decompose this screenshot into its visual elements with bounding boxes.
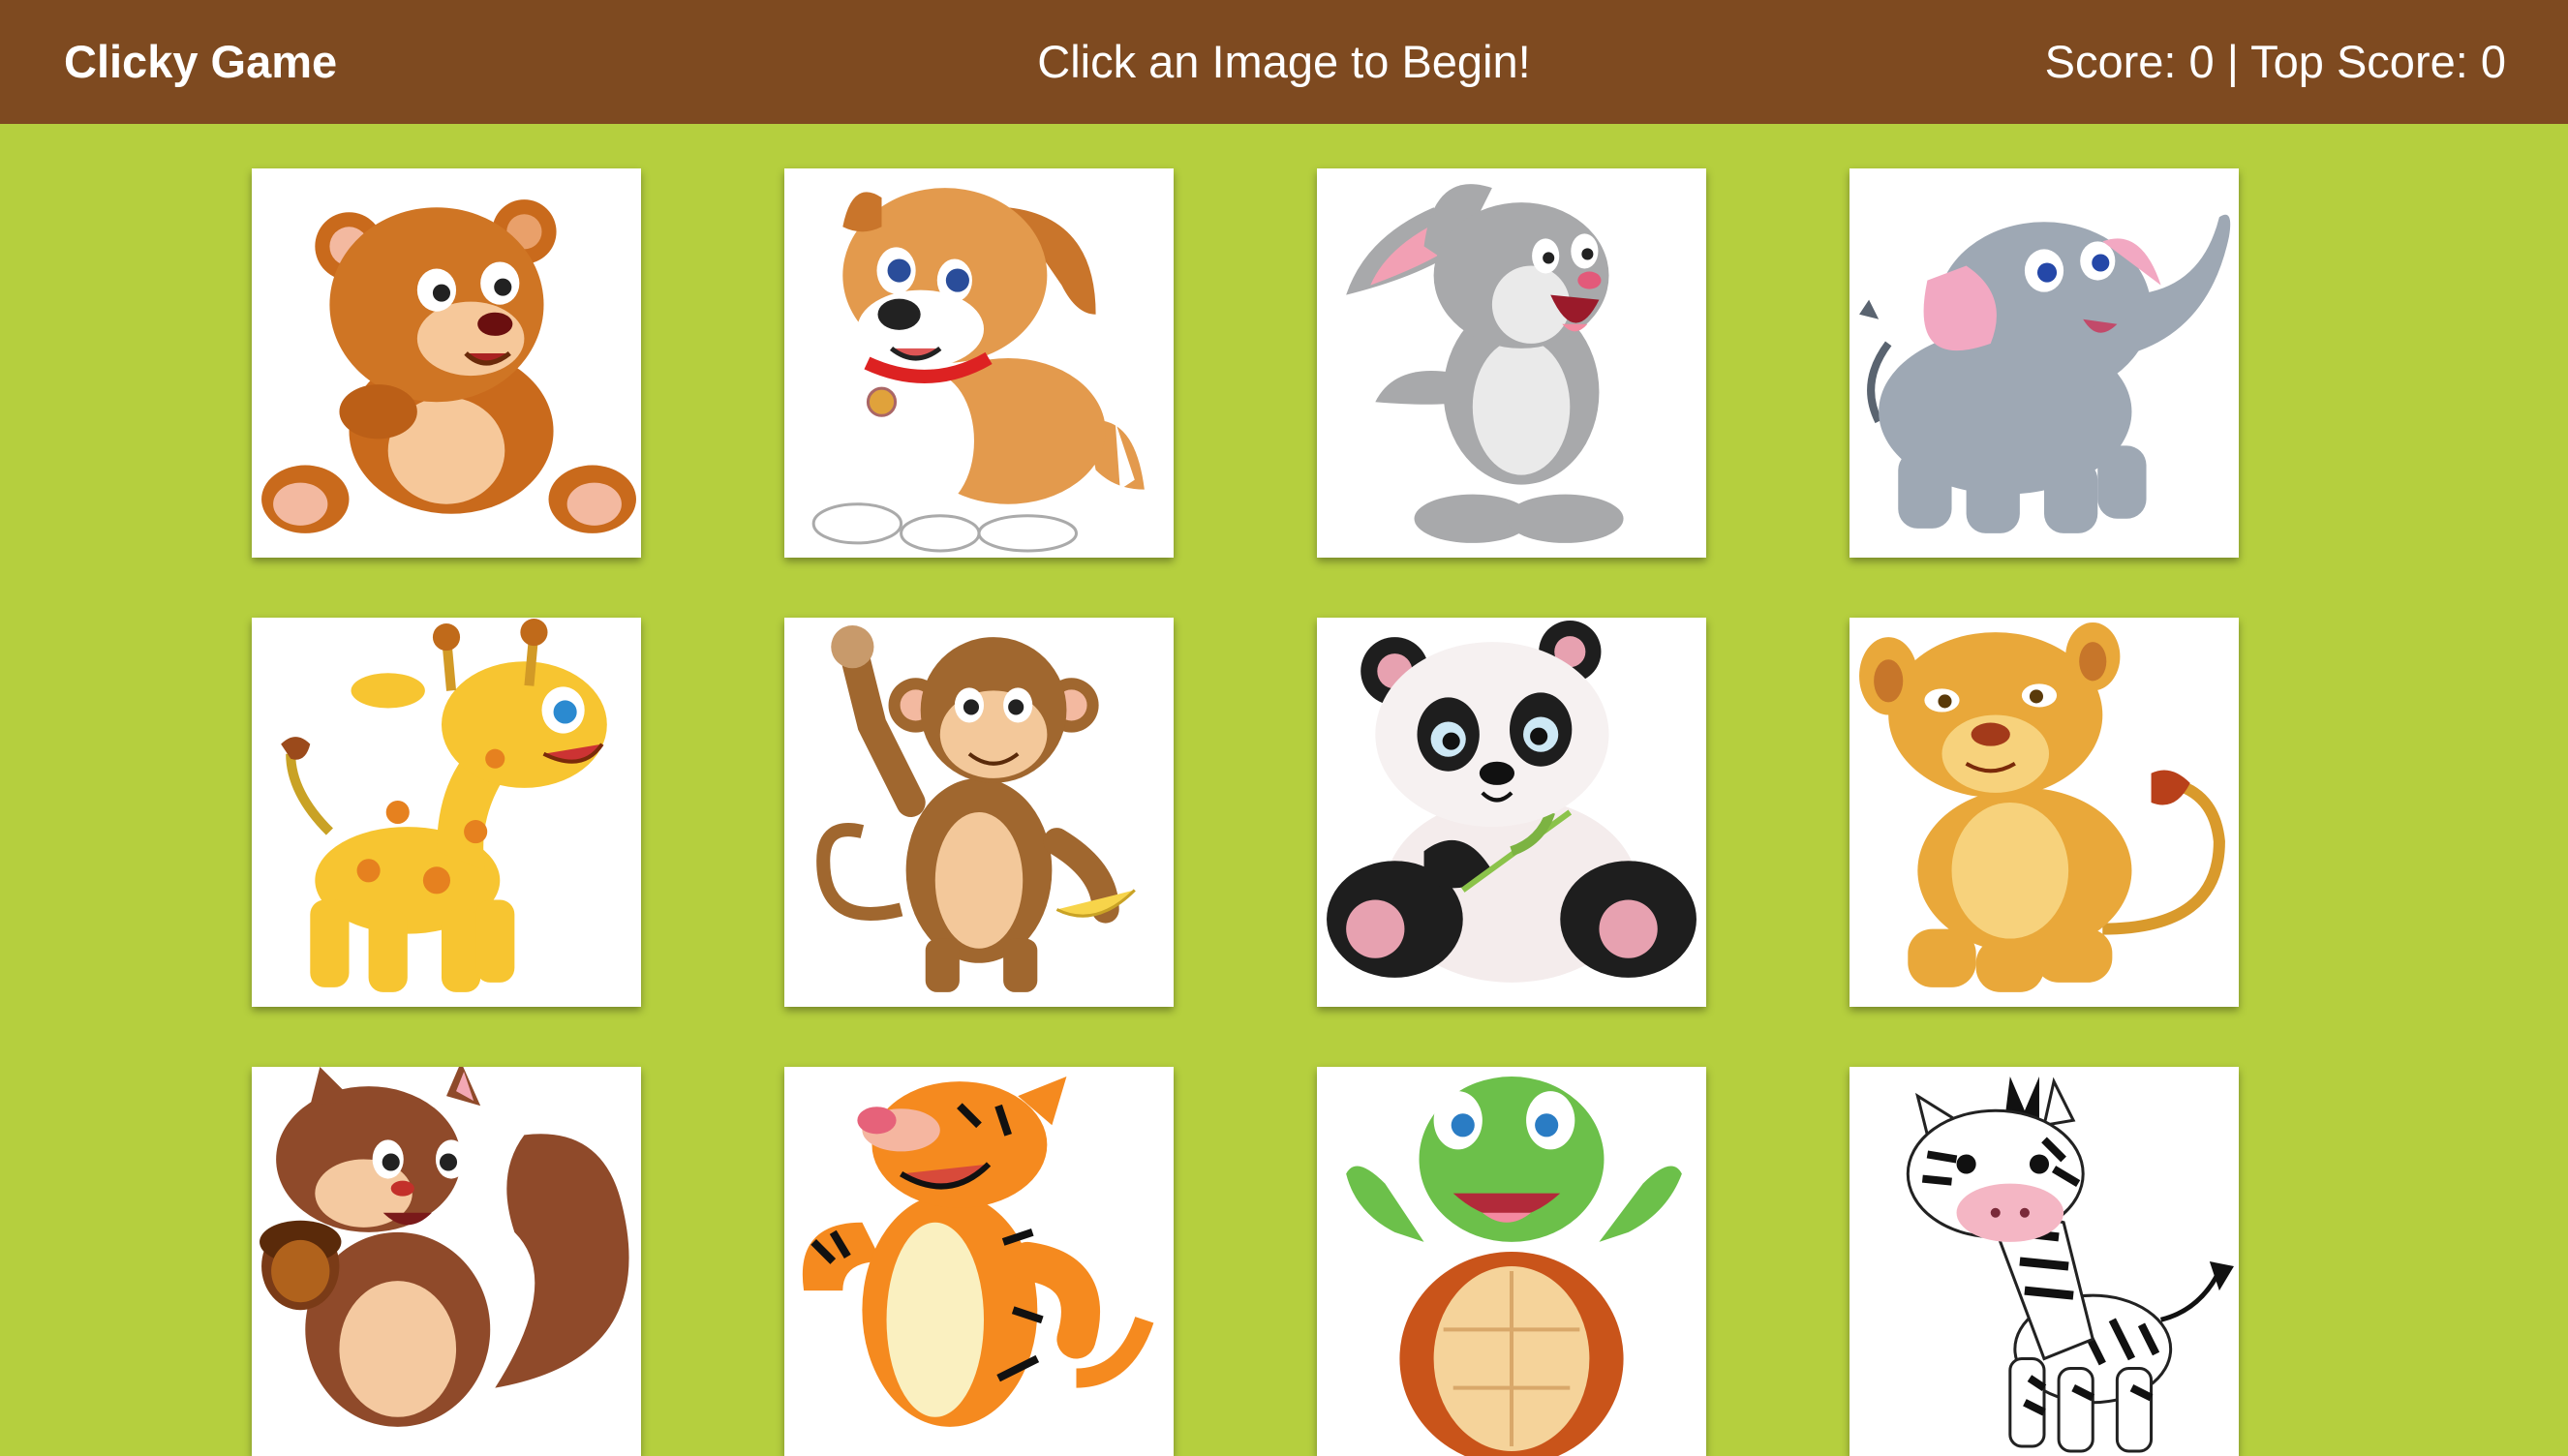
turtle-icon — [1346, 1077, 1682, 1456]
card-monkey[interactable] — [784, 618, 1174, 1007]
card-panda[interactable] — [1317, 618, 1706, 1007]
squirrel-icon — [260, 1067, 629, 1427]
card-bear[interactable] — [252, 168, 641, 558]
card-lion[interactable] — [1850, 618, 2239, 1007]
card-zebra[interactable] — [1850, 1067, 2239, 1456]
card-elephant[interactable] — [1850, 168, 2239, 558]
brand-link[interactable]: Clicky Game — [64, 0, 337, 124]
zebra-icon — [1906, 1077, 2234, 1453]
bunny-icon — [1346, 184, 1624, 543]
giraffe-icon — [281, 619, 607, 992]
lion-icon — [1859, 622, 2225, 992]
card-giraffe[interactable] — [252, 618, 641, 1007]
card-grid — [252, 168, 2239, 1456]
card-bunny[interactable] — [1317, 168, 1706, 558]
card-squirrel[interactable] — [252, 1067, 641, 1456]
card-puppy[interactable] — [784, 168, 1174, 558]
navbar: Click an Image to Begin! Clicky Game Sco… — [0, 0, 2568, 124]
puppy-icon — [811, 188, 1145, 553]
card-turtle[interactable] — [1317, 1067, 1706, 1456]
elephant-icon — [1859, 214, 2231, 533]
score-display: Score: 0 | Top Score: 0 — [2044, 36, 2506, 87]
panda-icon — [1327, 621, 1697, 983]
tiger-icon — [802, 1077, 1154, 1427]
monkey-icon — [816, 625, 1136, 992]
card-tiger[interactable] — [784, 1067, 1174, 1456]
bear-icon — [261, 199, 636, 533]
